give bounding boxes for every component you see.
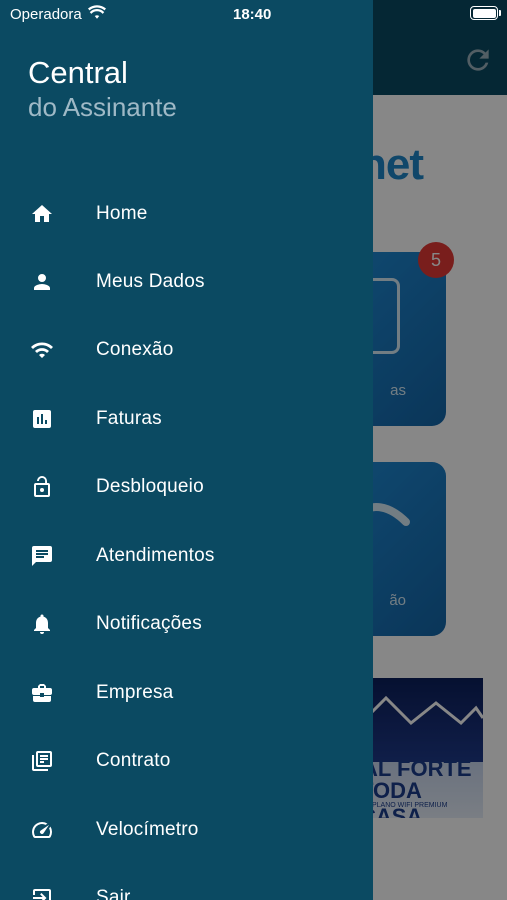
chat-icon [32, 546, 52, 566]
menu-item-meus-dados[interactable]: Meus Dados [0, 252, 373, 312]
menu-item-desbloqueio[interactable]: Desbloqueio [0, 457, 373, 517]
menu-label-notificacoes: Notificações [96, 613, 202, 634]
library-books-icon [32, 751, 52, 771]
menu-item-sair[interactable]: Sair [0, 868, 373, 900]
menu-item-faturas[interactable]: Faturas [0, 389, 373, 449]
exit-icon [33, 889, 51, 900]
menu-label-velocimetro: Velocímetro [96, 819, 199, 840]
bar-chart-icon [33, 410, 51, 428]
menu-label-meus-dados: Meus Dados [96, 271, 205, 292]
menu-item-notificacoes[interactable]: Notificações [0, 594, 373, 654]
menu-item-empresa[interactable]: Empresa [0, 663, 373, 723]
menu-item-contrato[interactable]: Contrato [0, 731, 373, 791]
menu-label-faturas: Faturas [96, 408, 162, 429]
speedometer-icon [32, 822, 52, 838]
person-icon [34, 274, 50, 290]
lock-open-icon [34, 476, 50, 497]
menu-label-sair: Sair [96, 887, 131, 900]
wifi-icon [31, 342, 53, 358]
menu-item-home[interactable]: Home [0, 184, 373, 244]
briefcase-icon [32, 684, 52, 702]
wifi-signal-icon [88, 5, 106, 19]
clock: 18:40 [233, 6, 272, 23]
status-bar: Operadora 18:40 [0, 0, 507, 30]
menu-label-atendimentos: Atendimentos [96, 545, 215, 566]
carrier-name: Operadora [10, 6, 82, 23]
navigation-drawer: Central do Assinante Home Meus Dados Con… [0, 0, 373, 900]
bell-icon [34, 614, 50, 634]
menu-item-velocimetro[interactable]: Velocímetro [0, 800, 373, 860]
battery-tip [499, 10, 501, 16]
menu-label-contrato: Contrato [96, 750, 171, 771]
menu-label-home: Home [96, 203, 148, 224]
menu-label-empresa: Empresa [96, 682, 174, 703]
menu-item-conexao[interactable]: Conexão [0, 320, 373, 380]
drawer-subtitle: do Assinante [28, 92, 177, 122]
battery-icon [470, 6, 498, 20]
menu-item-atendimentos[interactable]: Atendimentos [0, 526, 373, 586]
menu-label-desbloqueio: Desbloqueio [96, 476, 204, 497]
menu-label-conexao: Conexão [96, 339, 174, 360]
drawer-title: Central [28, 55, 128, 90]
home-icon [32, 205, 52, 222]
